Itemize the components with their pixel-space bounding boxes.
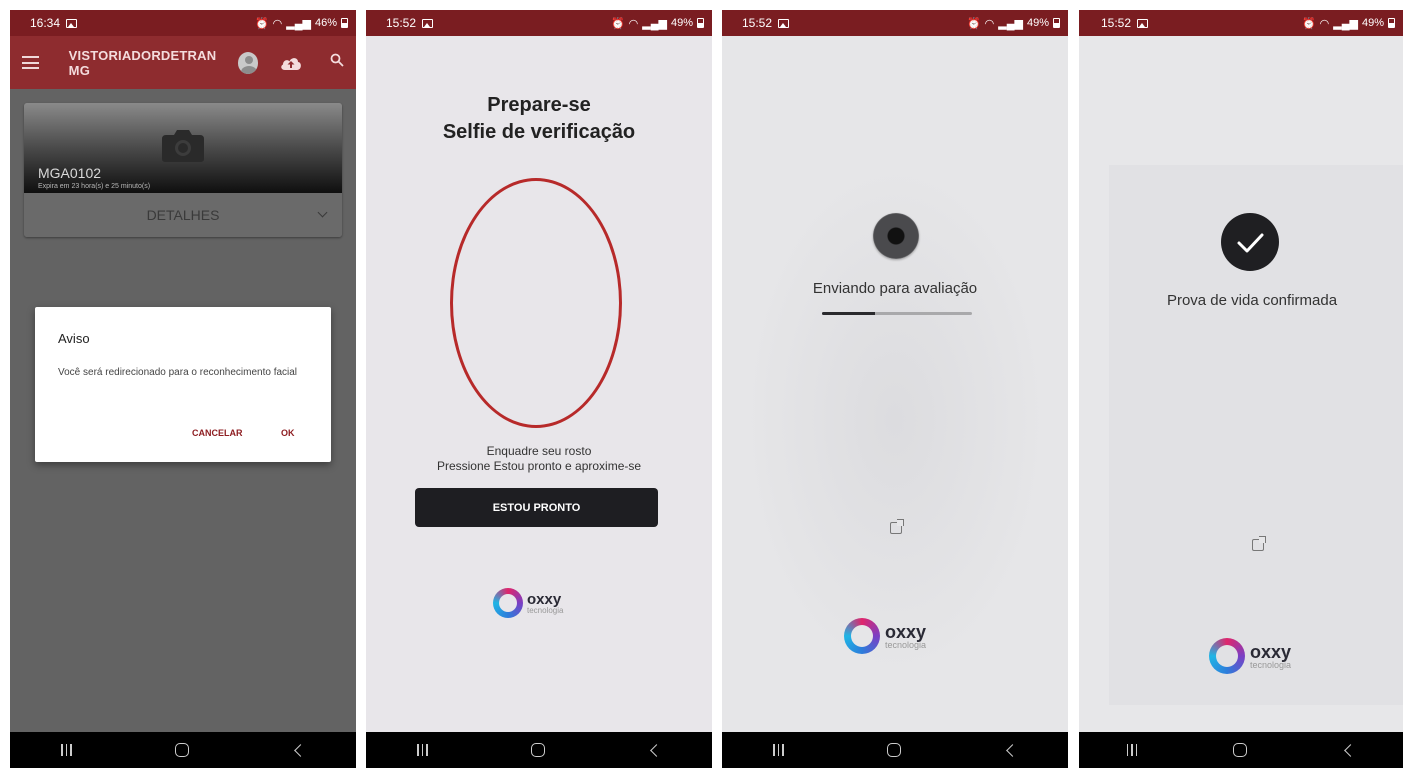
external-link-icon[interactable] [890, 519, 904, 534]
gallery-notification-icon [422, 18, 434, 28]
dialog-message: Você será redirecionado para o reconheci… [58, 367, 298, 378]
cancel-button[interactable]: CANCELAR [192, 428, 243, 438]
instructions: Enquadre seu rosto Pressione Estou pront… [366, 444, 712, 474]
status-bar: 15:52 ⏰ ◠ ▂▄▆ 49% [1079, 10, 1403, 36]
status-bar: 15:52 ⏰ ◠ ▂▄▆ 49% [722, 10, 1068, 36]
vehicle-plate: MGA0102 [38, 165, 102, 181]
back-icon[interactable] [293, 743, 307, 757]
system-nav-bar [10, 732, 356, 768]
back-icon[interactable] [1005, 743, 1019, 757]
phone-screen-selfie-prepare: 15:52 ⏰ ◠ ▂▄▆ 49% Prepare-se Selfie de veri… [366, 10, 712, 768]
status-time: 15:52 [742, 16, 773, 30]
menu-icon[interactable] [22, 56, 39, 69]
battery-level: 49% [1026, 17, 1049, 29]
title-line-2: Selfie de verificação [442, 121, 636, 143]
status-time: 16:34 [30, 16, 61, 30]
chevron-down-icon [317, 207, 328, 218]
oxxy-logo: oxxy tecnologia [493, 588, 563, 618]
gallery-notification-icon [778, 18, 790, 28]
signal-icon: ▂▄▆ [286, 17, 311, 30]
back-icon[interactable] [649, 743, 663, 757]
alarm-icon: ⏰ [1301, 17, 1316, 30]
face-frame-oval [450, 178, 622, 428]
system-nav-bar [722, 732, 1068, 768]
battery-icon [697, 18, 704, 28]
expiration-text: Expira em 23 hora(s) e 25 minuto(s) [38, 183, 151, 190]
ok-button[interactable]: OK [281, 428, 295, 438]
battery-level: 49% [670, 17, 693, 29]
alert-dialog: Aviso Você será redirecionado para o rec… [35, 307, 331, 462]
wifi-icon: ◠ [628, 17, 639, 30]
home-icon[interactable] [886, 743, 901, 757]
page-title: Prepare-se Selfie de verificação [366, 92, 712, 146]
home-icon[interactable] [1232, 743, 1247, 757]
alarm-icon: ⏰ [610, 17, 625, 30]
logo-subtitle: tecnologia [1250, 659, 1292, 670]
oxxy-logo-ring [1209, 638, 1245, 674]
signal-icon: ▂▄▆ [1333, 17, 1358, 30]
alarm-icon: ⏰ [254, 17, 269, 30]
recents-icon[interactable] [61, 744, 72, 756]
battery-icon [1053, 18, 1060, 28]
battery-level: 46% [314, 17, 337, 29]
instruction-line-2: Pressione Estou pronto e aproxime-se [436, 459, 642, 473]
recents-icon[interactable] [417, 744, 428, 756]
system-nav-bar [366, 732, 712, 768]
home-icon[interactable] [530, 743, 545, 757]
system-nav-bar [1079, 732, 1403, 768]
loading-indicator-icon [873, 213, 919, 259]
camera-icon [160, 127, 206, 163]
status-time: 15:52 [386, 16, 417, 30]
avatar-icon[interactable] [237, 51, 259, 74]
home-icon[interactable] [174, 743, 189, 757]
oxxy-logo-ring [493, 588, 523, 618]
app-title: VISTORIADORDETRAN MG [68, 47, 217, 78]
upload-progress-bar [822, 312, 972, 315]
back-icon[interactable] [1344, 743, 1358, 757]
signal-icon: ▂▄▆ [642, 17, 667, 30]
status-message: Enviando para avaliação [812, 280, 978, 297]
phone-screen-confirmed: 15:52 ⏰ ◠ ▂▄▆ 49% Prova de vida confirmada … [1079, 10, 1403, 768]
gallery-notification-icon [1137, 18, 1149, 28]
external-link-icon[interactable] [1252, 536, 1266, 551]
app-bar: VISTORIADORDETRAN MG [10, 36, 356, 89]
status-message: Prova de vida confirmada [1166, 292, 1338, 309]
wifi-icon: ◠ [1319, 17, 1330, 30]
battery-level: 49% [1361, 17, 1384, 29]
cloud-upload-icon[interactable] [280, 56, 302, 70]
instruction-line-1: Enquadre seu rosto [486, 444, 592, 458]
logo-name: oxxy [1250, 641, 1292, 662]
gallery-notification-icon [66, 18, 78, 28]
vehicle-card[interactable]: MGA0102 Expira em 23 hora(s) e 25 minuto… [24, 103, 342, 237]
wifi-icon: ◠ [984, 17, 995, 30]
dialog-title: Aviso [58, 331, 90, 346]
details-label: DETALHES [146, 207, 220, 223]
checkmark-icon [1221, 213, 1279, 271]
logo-subtitle: tecnologia [885, 639, 927, 650]
oxxy-logo-ring [844, 618, 880, 654]
phone-screen-sending: 15:52 ⏰ ◠ ▂▄▆ 49% Enviando para avaliação o… [722, 10, 1068, 768]
status-bar: 15:52 ⏰ ◠ ▂▄▆ 49% [366, 10, 712, 36]
battery-icon [341, 18, 348, 28]
recents-icon[interactable] [773, 744, 784, 756]
oxxy-logo: oxxy tecnologia [1209, 638, 1291, 674]
recents-icon[interactable] [1126, 744, 1138, 756]
logo-name: oxxy [527, 590, 562, 608]
ready-button[interactable]: ESTOU PRONTO [415, 488, 658, 527]
phone-screen-app: 16:34 ⏰ ◠ ▂▄▆ 46% VISTORIADORDETRAN MG MGA0… [10, 10, 356, 768]
title-line-1: Prepare-se [487, 94, 591, 116]
logo-subtitle: tecnologia [527, 605, 564, 615]
wifi-icon: ◠ [272, 17, 283, 30]
alarm-icon: ⏰ [966, 17, 981, 30]
signal-icon: ▂▄▆ [998, 17, 1023, 30]
details-toggle[interactable]: DETALHES [24, 193, 342, 237]
status-bar: 16:34 ⏰ ◠ ▂▄▆ 46% [10, 10, 356, 36]
battery-icon [1388, 18, 1395, 28]
oxxy-logo: oxxy tecnologia [844, 618, 926, 654]
search-icon[interactable] [330, 53, 344, 72]
status-time: 15:52 [1101, 16, 1132, 30]
logo-name: oxxy [885, 621, 927, 642]
upload-progress-fill [822, 312, 875, 315]
